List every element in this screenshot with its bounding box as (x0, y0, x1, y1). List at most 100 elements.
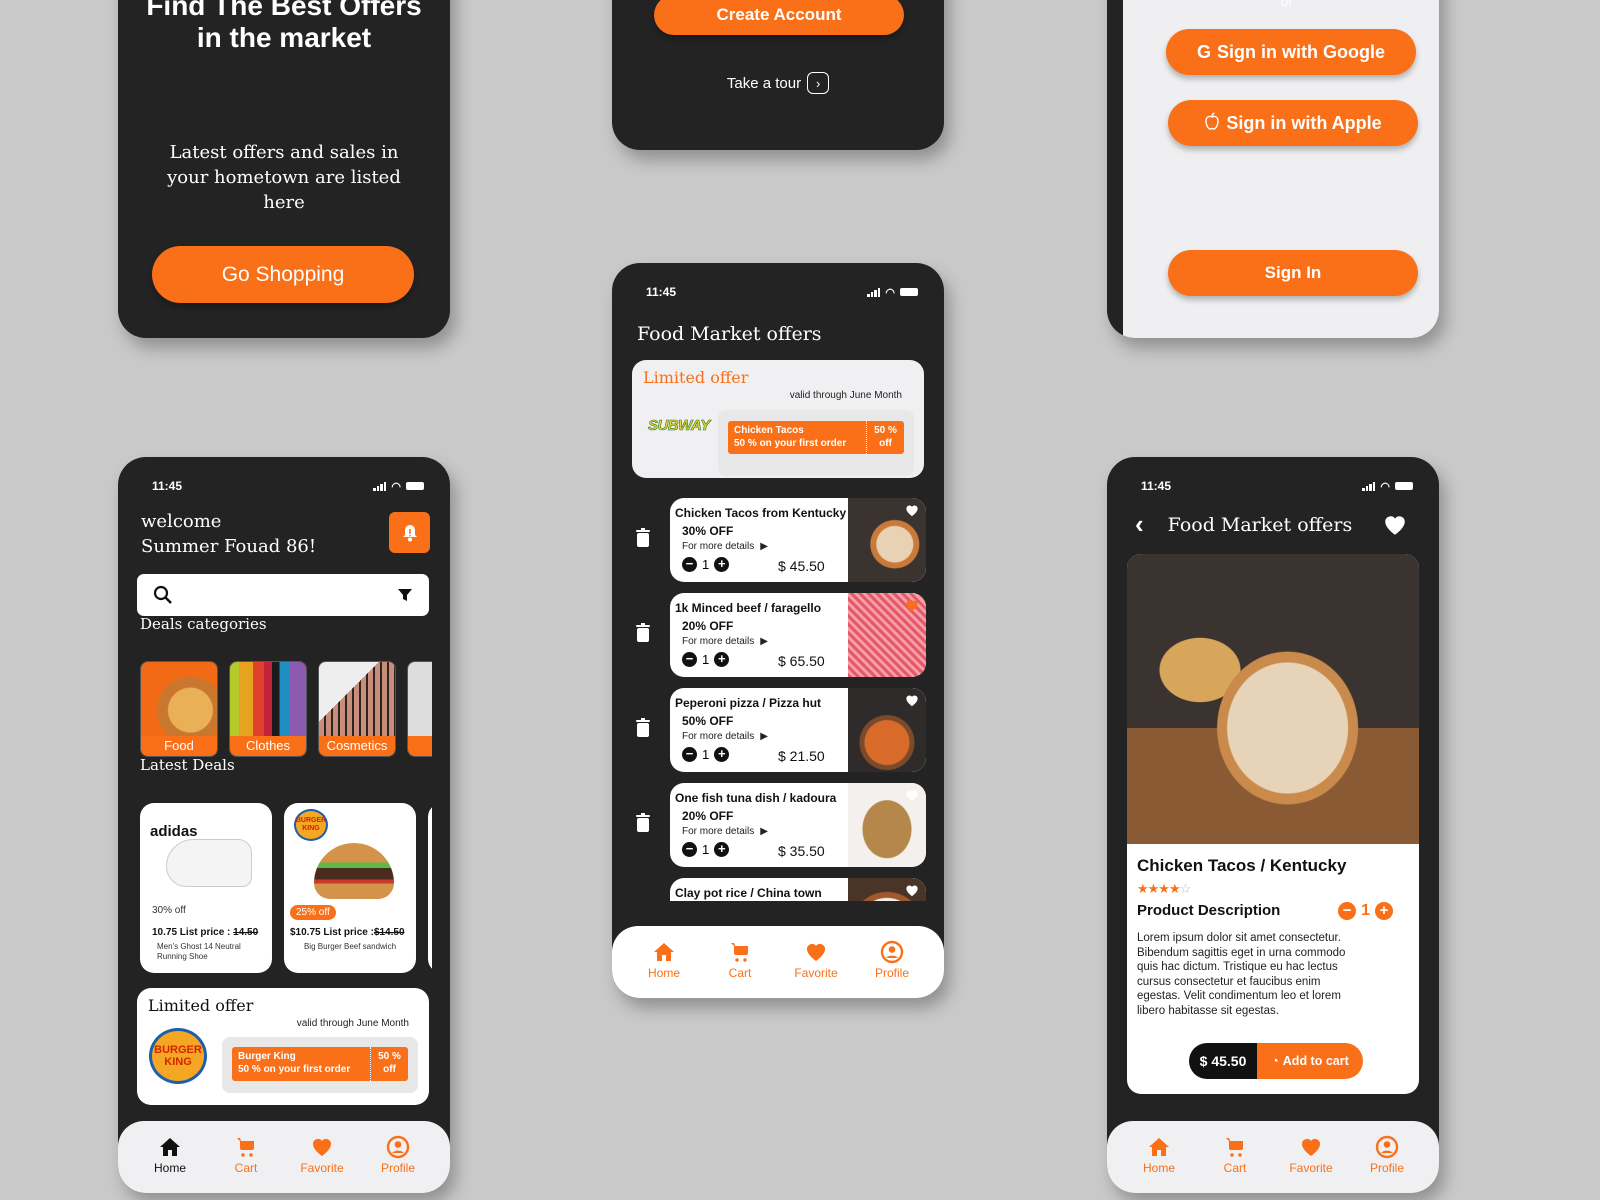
favorite-icon[interactable] (904, 503, 920, 518)
nav-profile[interactable]: Profile (368, 1135, 428, 1193)
deal-name: Men's Ghost 14 Neutral Running Shoe (157, 942, 241, 961)
favorite-icon[interactable] (904, 598, 920, 613)
offer-price: $ 21.50 (778, 748, 825, 764)
heart-icon (310, 1135, 334, 1159)
nav-cart[interactable]: Cart (710, 940, 770, 998)
create-account-button[interactable]: Create Account (654, 0, 904, 35)
offer-item[interactable]: 1k Minced beef / faragello 20% OFF For m… (670, 593, 926, 677)
limited-offer-title: Limited offer (148, 996, 254, 1015)
nav-profile[interactable]: Profile (862, 940, 922, 998)
valid-through: valid through June Month (296, 1018, 409, 1029)
add-to-cart-button[interactable]: ◔ Add to cart (1257, 1043, 1363, 1079)
title-line-2: in the market (196, 22, 372, 53)
increase-button[interactable]: + (714, 842, 730, 857)
more-details-link[interactable]: For more details ▶ (682, 731, 768, 742)
trash-icon[interactable] (635, 813, 651, 838)
profile-icon (1375, 1135, 1399, 1159)
category-partial[interactable]: Cl (407, 661, 432, 757)
nav-favorite[interactable]: Favorite (786, 940, 846, 998)
notification-button[interactable] (389, 512, 430, 553)
welcome-text: welcome Summer Fouad 86! (141, 509, 316, 559)
deal-card[interactable] (428, 803, 432, 973)
offer-item[interactable]: Chicken Tacos from Kentucky 30% OFF For … (670, 498, 926, 582)
trash-icon[interactable] (635, 718, 651, 743)
trash-icon[interactable] (635, 623, 651, 648)
google-signin-label: Sign in with Google (1217, 41, 1385, 62)
decrease-button[interactable]: − (682, 747, 697, 762)
category-clothes[interactable]: Clothes (229, 661, 307, 757)
decrease-button[interactable]: − (682, 557, 697, 572)
deal-discount: 30% off (152, 905, 186, 916)
profile-icon (386, 1135, 410, 1159)
favorite-icon[interactable] (904, 693, 920, 708)
more-details-link[interactable]: For more details ▶ (682, 636, 768, 647)
nav-cart[interactable]: Cart (216, 1135, 276, 1193)
offer-item[interactable]: Peperoni pizza / Pizza hut 50% OFF For m… (670, 688, 926, 772)
filter-icon[interactable] (397, 587, 413, 603)
deal-card[interactable]: BURGER KING 25% off $10.75 List price :$… (284, 803, 416, 973)
nav-favorite[interactable]: Favorite (292, 1135, 352, 1193)
category-image (408, 662, 432, 736)
coupon[interactable]: Chicken Tacos 50 % on your first order 50… (728, 421, 904, 454)
nav-home[interactable]: Home (634, 940, 694, 998)
offer-name: 1k Minced beef / faragello (675, 601, 822, 615)
increase-button[interactable]: + (1375, 902, 1393, 920)
nav-favorite[interactable]: Favorite (1281, 1135, 1341, 1193)
deal-discount: 25% off (290, 905, 336, 920)
burger-image (314, 843, 394, 899)
nav-profile[interactable]: Profile (1357, 1135, 1417, 1193)
more-details-link[interactable]: For more details ▶ (682, 826, 768, 837)
onboarding-screen: Find The Best Offers in the market Lates… (118, 0, 450, 338)
decrease-button[interactable]: − (682, 842, 697, 857)
nav-home[interactable]: Home (140, 1135, 200, 1193)
home-icon (158, 1135, 182, 1159)
offer-name: One fish tuna dish / kadoura (675, 791, 837, 805)
limited-offer-card[interactable]: Limited offer valid through June Month B… (137, 988, 429, 1105)
page-title: Food Market offers (1167, 513, 1353, 536)
status-time: 11:45 (1141, 479, 1172, 493)
quantity-stepper: −1 + (682, 557, 730, 572)
profile-icon (880, 940, 904, 964)
google-signin-button[interactable]: G Sign in with Google (1166, 29, 1416, 75)
search-input[interactable] (137, 574, 429, 616)
description-heading: Product Description (1137, 902, 1281, 919)
signin-button[interactable]: Sign In (1168, 250, 1418, 296)
limited-offer-card[interactable]: Limited offer valid through June Month S… (632, 360, 924, 478)
increase-button[interactable]: + (714, 652, 730, 667)
deal-name: Big Burger Beef sandwich (303, 942, 397, 951)
valid-through: valid through June Month (789, 390, 902, 401)
more-details-link[interactable]: For more details ▶ (682, 541, 768, 552)
offer-item[interactable]: Clay pot rice / China town 50% OFF For m… (670, 878, 926, 901)
back-button[interactable]: ‹ (1135, 509, 1144, 540)
favorite-icon[interactable] (904, 788, 920, 803)
status-icons: ◠ (1362, 479, 1413, 493)
decrease-button[interactable]: − (1338, 902, 1357, 920)
status-time: 11:45 (646, 285, 677, 299)
favorite-button[interactable] (1381, 512, 1409, 538)
trash-icon[interactable] (635, 528, 651, 553)
go-shopping-button[interactable]: Go Shopping (152, 246, 414, 303)
title-line-1: Find The Best Offers (146, 0, 422, 21)
nav-cart[interactable]: Cart (1205, 1135, 1265, 1193)
apple-signin-button[interactable]: Sign in with Apple (1168, 100, 1418, 146)
increase-button[interactable]: + (714, 747, 730, 762)
product-header: ‹ Food Market offers (1135, 509, 1409, 540)
quantity-stepper: −1 + (682, 652, 730, 667)
offer-item[interactable]: One fish tuna dish / kadoura 20% OFF For… (670, 783, 926, 867)
favorite-icon[interactable] (904, 883, 920, 898)
take-tour-link[interactable]: Take a tour › (612, 72, 944, 94)
food-image (141, 662, 217, 736)
deal-card[interactable]: adidas 30% off 10.75 List price : 14.50 … (140, 803, 272, 973)
category-food[interactable]: Food (140, 661, 218, 757)
add-to-cart-bar: $ 45.50 ◔ Add to cart (1189, 1043, 1363, 1079)
product-price: $ 45.50 (1189, 1043, 1257, 1079)
increase-button[interactable]: + (714, 557, 730, 572)
coupon[interactable]: Burger King 50 % on your first order 50 %… (232, 1047, 408, 1081)
nav-home[interactable]: Home (1129, 1135, 1189, 1193)
product-description: Lorem ipsum dolor sit amet consectetur. … (1137, 932, 1346, 1017)
home-icon (652, 940, 676, 964)
product-name: Chicken Tacos / Kentucky (1137, 856, 1347, 875)
decrease-button[interactable]: − (682, 652, 697, 667)
apple-signin-label: Sign in with Apple (1226, 112, 1382, 133)
category-cosmetics[interactable]: Cosmetics (318, 661, 396, 757)
